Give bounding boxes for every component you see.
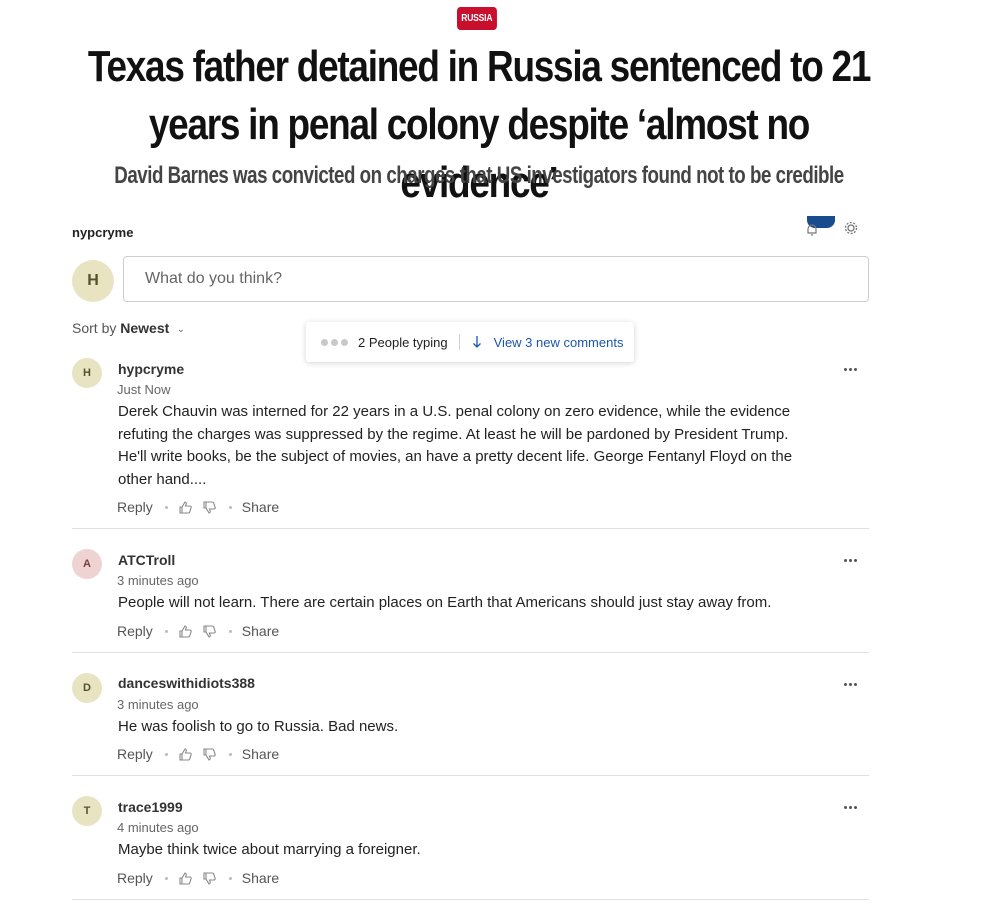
comments-widget: nypcryme H Sort by Newest ⌄ bbox=[72, 216, 869, 336]
reply-button[interactable]: Reply bbox=[117, 623, 153, 639]
view-new-comments-label[interactable]: View 3 new comments bbox=[494, 335, 624, 350]
separator-dot bbox=[228, 505, 232, 509]
share-button[interactable]: Share bbox=[242, 870, 279, 886]
separator-dot bbox=[164, 876, 168, 880]
sort-control[interactable]: Sort by Newest ⌄ bbox=[72, 320, 185, 336]
view-new-comments-button[interactable]: View 3 new comments bbox=[472, 335, 624, 350]
comment-username[interactable]: ATCTroll bbox=[118, 552, 175, 568]
more-icon[interactable] bbox=[844, 366, 858, 372]
comment-item: T trace1999 4 minutes ago Maybe think tw… bbox=[72, 796, 869, 900]
thumbs-up-icon[interactable] bbox=[178, 871, 193, 886]
reply-button[interactable]: Reply bbox=[117, 870, 153, 886]
share-button[interactable]: Share bbox=[242, 623, 279, 639]
avatar: H bbox=[72, 260, 114, 302]
avatar[interactable]: T bbox=[72, 796, 102, 826]
comment-timestamp: Just Now bbox=[117, 382, 171, 397]
comment-actions: Reply Share bbox=[117, 623, 279, 639]
comments-header: nypcryme bbox=[72, 216, 869, 246]
avatar[interactable]: D bbox=[72, 673, 102, 703]
comment-composer: H bbox=[72, 256, 869, 302]
thumbs-up-icon[interactable] bbox=[178, 747, 193, 762]
reply-button[interactable]: Reply bbox=[117, 499, 153, 515]
divider bbox=[458, 334, 460, 350]
current-username[interactable]: nypcryme bbox=[72, 225, 133, 240]
share-button[interactable]: Share bbox=[242, 746, 279, 762]
thumbs-down-icon[interactable] bbox=[202, 871, 217, 886]
comment-username[interactable]: hypcryme bbox=[118, 361, 184, 377]
comment-item: H hypcryme Just Now Derek Chauvin was in… bbox=[72, 358, 869, 529]
thumbs-up-icon[interactable] bbox=[178, 624, 193, 639]
avatar[interactable]: H bbox=[72, 358, 102, 388]
sort-label: Sort by bbox=[72, 320, 117, 336]
section-tag[interactable]: RUSSIA bbox=[457, 7, 497, 30]
comment-timestamp: 3 minutes ago bbox=[117, 697, 199, 712]
thumbs-down-icon[interactable] bbox=[202, 500, 217, 515]
more-icon[interactable] bbox=[844, 557, 858, 563]
separator-dot bbox=[164, 505, 168, 509]
thumbs-down-icon[interactable] bbox=[202, 624, 217, 639]
arrow-down-icon bbox=[472, 336, 481, 348]
header-icons bbox=[805, 216, 859, 236]
comment-body: He was foolish to go to Russia. Bad news… bbox=[118, 718, 399, 735]
chevron-down-icon[interactable]: ⌄ bbox=[177, 324, 185, 335]
typing-indicator: 2 People typing View 3 new comments bbox=[306, 322, 634, 362]
comment-username[interactable]: danceswithidiots388 bbox=[118, 675, 255, 691]
separator-dot bbox=[164, 752, 168, 756]
comment-item: D danceswithidiots388 3 minutes ago He w… bbox=[72, 673, 869, 776]
thumbs-up-icon[interactable] bbox=[178, 500, 193, 515]
separator-dot bbox=[228, 876, 232, 880]
sort-value[interactable]: Newest bbox=[120, 320, 169, 336]
thumbs-down-icon[interactable] bbox=[202, 747, 217, 762]
share-button[interactable]: Share bbox=[242, 499, 279, 515]
more-icon[interactable] bbox=[844, 804, 858, 810]
more-icon[interactable] bbox=[844, 681, 858, 687]
comment-body: Derek Chauvin was interned for 22 years … bbox=[118, 403, 793, 488]
comment-timestamp: 3 minutes ago bbox=[117, 573, 199, 588]
comment-actions: Reply Share bbox=[117, 870, 279, 886]
comment-input[interactable] bbox=[123, 256, 869, 302]
reply-button[interactable]: Reply bbox=[117, 746, 153, 762]
comment-item: A ATCTroll 3 minutes ago People will not… bbox=[72, 549, 869, 653]
article-subheadline: David Barnes was convicted on charges th… bbox=[114, 162, 844, 189]
comment-actions: Reply Share bbox=[117, 499, 279, 515]
comment-actions: Reply Share bbox=[117, 746, 279, 762]
comment-body: Maybe think twice about marrying a forei… bbox=[118, 841, 421, 858]
typing-text: 2 People typing bbox=[358, 334, 448, 350]
separator-dot bbox=[228, 629, 232, 633]
separator-dot bbox=[228, 752, 232, 756]
comment-username[interactable]: trace1999 bbox=[118, 799, 183, 815]
bell-icon[interactable] bbox=[805, 216, 835, 236]
comment-body: People will not learn. There are certain… bbox=[118, 594, 772, 611]
separator-dot bbox=[164, 629, 168, 633]
comment-timestamp: 4 minutes ago bbox=[117, 820, 199, 835]
avatar[interactable]: A bbox=[72, 549, 102, 579]
gear-icon[interactable] bbox=[843, 220, 859, 236]
typing-dots-icon bbox=[321, 338, 348, 346]
